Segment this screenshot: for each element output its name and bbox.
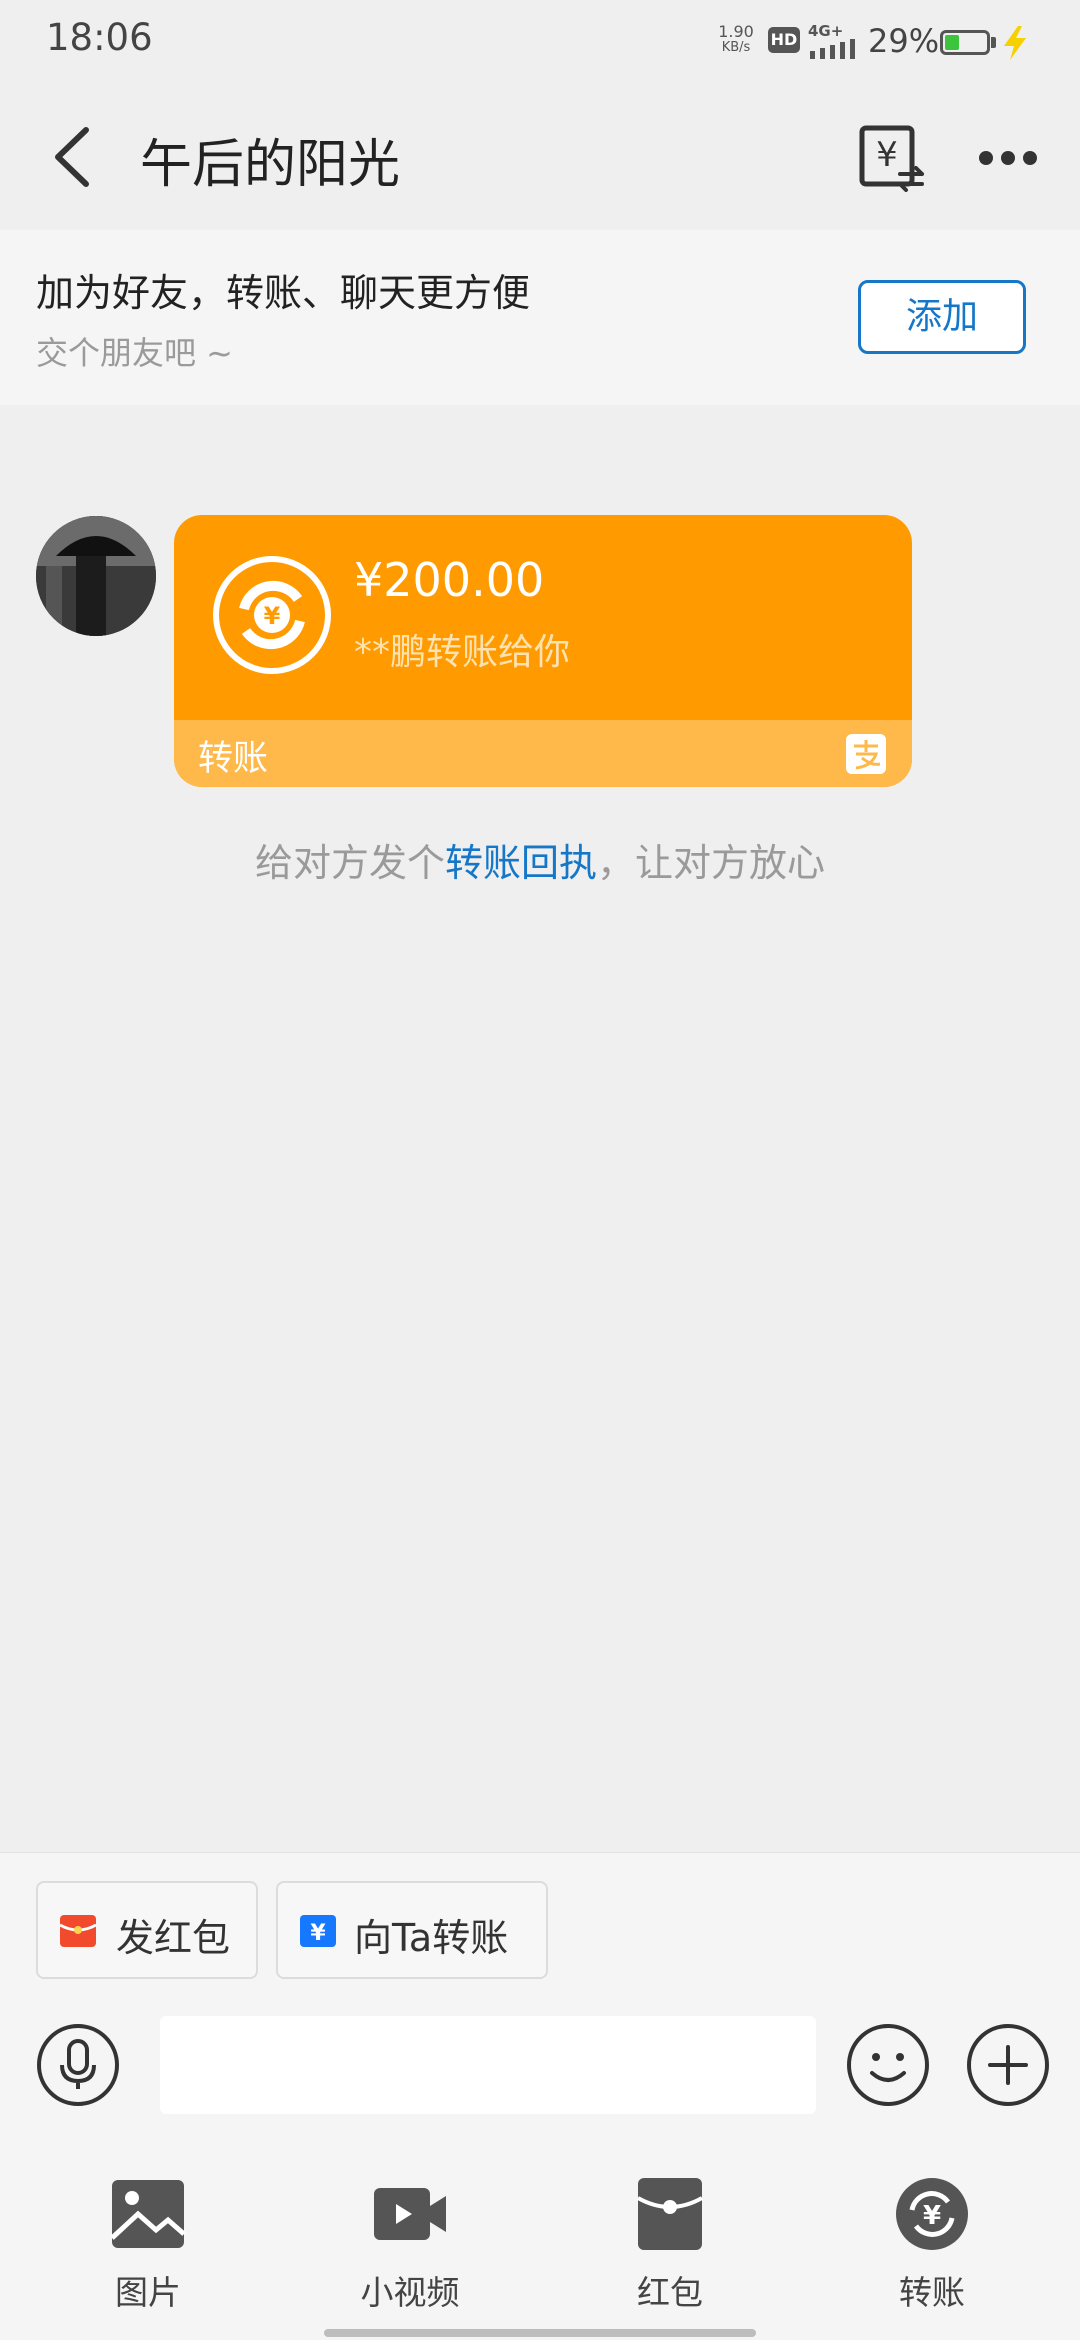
more-dots-icon[interactable] (978, 138, 1038, 178)
transfer-icon: ¥ (896, 2178, 968, 2250)
avatar-photo (36, 516, 156, 636)
svg-text:¥: ¥ (264, 602, 281, 630)
network-speed: 1.90 KB/s (718, 22, 754, 56)
transfer-amount: ¥200.00 (354, 553, 545, 607)
video-icon (374, 2188, 446, 2240)
transfer-yuan-icon: ¥ (213, 556, 331, 674)
tool-image[interactable]: 图片 (68, 2176, 228, 2326)
transfer-card[interactable]: ¥ ¥200.00 **鹏转账给你 转账 (174, 515, 912, 787)
emoji-icon[interactable] (846, 2023, 930, 2107)
receipt-tip-text-end: ，让对方放心 (597, 841, 826, 885)
signal-icon: 4G+ (808, 24, 860, 60)
transfer-to-ta-label: 向Ta转账 (354, 1916, 509, 1960)
message-input[interactable] (160, 2016, 816, 2114)
transfer-icon: ¥ (300, 1915, 336, 1947)
chat-title: 午后的阳光 (140, 135, 401, 195)
charging-bolt-icon (1004, 26, 1026, 60)
transfer-description: **鹏转账给你 (354, 632, 571, 673)
red-packet-icon (637, 2178, 703, 2250)
avatar[interactable] (36, 516, 156, 636)
transfer-card-footer: 转账 (174, 720, 912, 787)
status-time: 18:06 (46, 16, 153, 59)
back-arrow-icon[interactable] (48, 122, 96, 192)
send-red-packet-label: 发红包 (116, 1916, 231, 1960)
add-friend-button[interactable]: 添加 (858, 280, 1026, 354)
send-red-packet-button[interactable]: 发红包 (36, 1881, 258, 1979)
tool-red-packet-label: 红包 (637, 2273, 703, 2312)
tool-transfer[interactable]: ¥ 转账 (852, 2176, 1012, 2326)
home-indicator[interactable] (324, 2329, 756, 2337)
svg-text:¥: ¥ (923, 2201, 941, 2231)
tool-transfer-label: 转账 (899, 2273, 965, 2312)
alipay-icon (846, 734, 886, 774)
image-icon (110, 2180, 186, 2248)
receipt-tip: 给对方发个转账回执，让对方放心 (0, 832, 1080, 887)
transfer-to-ta-button[interactable]: ¥ 向Ta转账 (276, 1881, 548, 1979)
svg-text:¥: ¥ (310, 1921, 326, 1946)
plus-icon[interactable] (966, 2023, 1050, 2107)
banner-title: 加为好友，转账、聊天更方便 (36, 271, 531, 315)
transfer-card-label: 转账 (198, 739, 269, 779)
banner-subtitle: 交个朋友吧 ~ (36, 334, 233, 372)
transfer-yuan-icon[interactable]: ¥ (856, 122, 926, 192)
microphone-icon[interactable] (36, 2023, 120, 2107)
battery-icon (940, 30, 990, 55)
transfer-receipt-link[interactable]: 转账回执 (445, 841, 597, 885)
tool-video[interactable]: 小视频 (330, 2176, 490, 2326)
hd-badge: HD (768, 27, 800, 53)
battery-tip (991, 37, 996, 48)
tool-video-label: 小视频 (360, 2273, 460, 2312)
battery-percent: 29% (868, 22, 940, 60)
tool-red-packet[interactable]: 红包 (590, 2176, 750, 2326)
receipt-tip-text: 给对方发个 (254, 841, 445, 885)
tool-image-label: 图片 (115, 2273, 181, 2312)
svg-text:¥: ¥ (876, 135, 898, 175)
red-packet-icon (59, 1915, 97, 1947)
